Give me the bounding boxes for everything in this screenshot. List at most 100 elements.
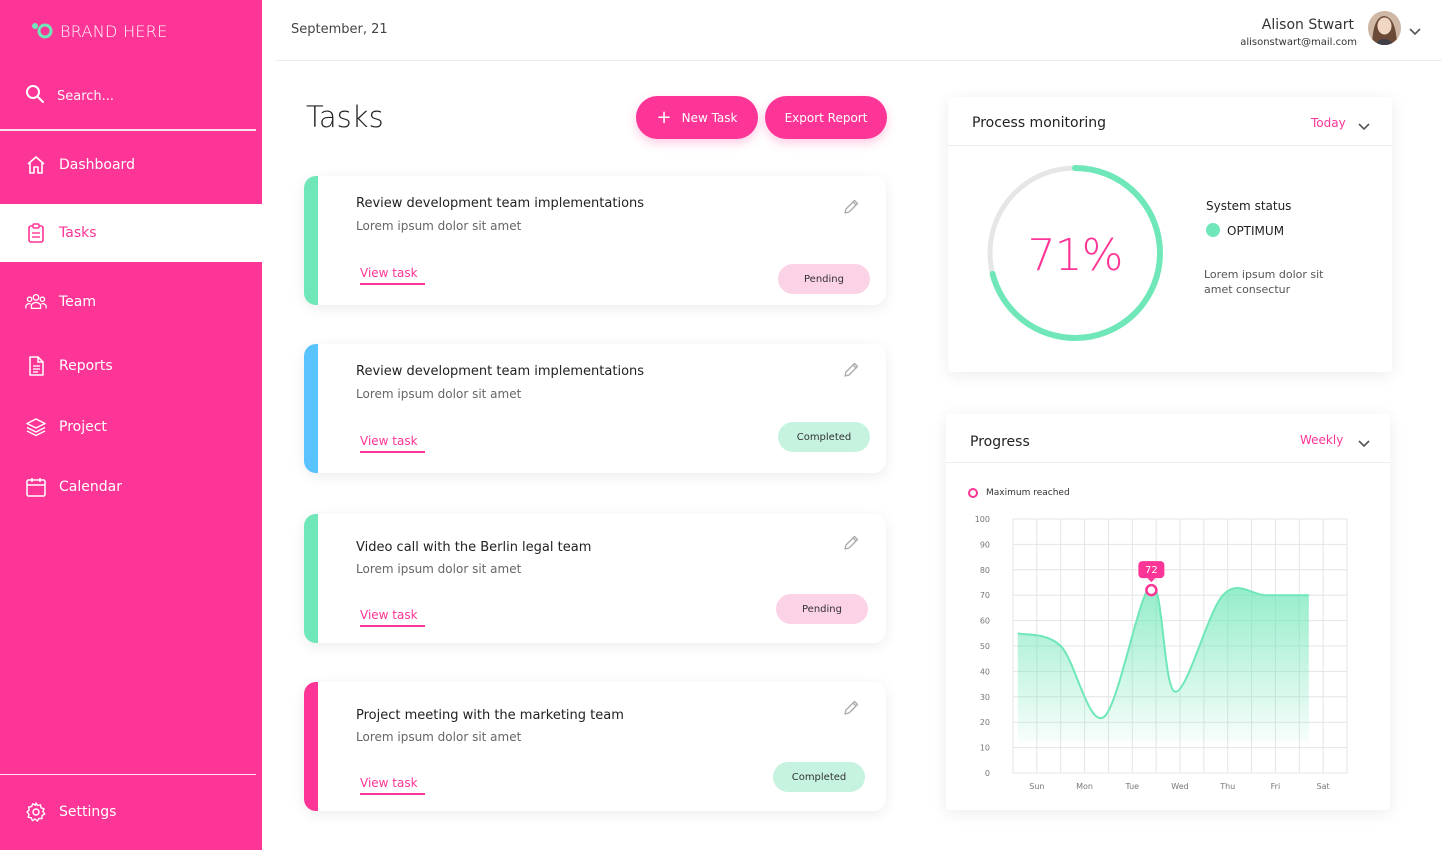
avatar[interactable] [1368, 11, 1401, 45]
sidebar-item-project[interactable]: Project [0, 398, 262, 456]
panel-title: Progress [970, 434, 1030, 450]
x-tick-label: Wed [1171, 782, 1188, 791]
task-accent [304, 176, 318, 305]
sidebar-item-label: Dashboard [59, 157, 135, 173]
y-tick-label: 20 [980, 718, 990, 727]
sidebar-item-settings[interactable]: Settings [0, 783, 262, 841]
status-dot-icon [1206, 223, 1220, 237]
calendar-icon [25, 476, 47, 498]
status-badge: Pending [776, 594, 868, 624]
legend-label: Maximum reached [986, 488, 1070, 498]
brand-logo-icon [30, 20, 56, 42]
status-badge: Completed [773, 762, 865, 792]
sidebar-search[interactable]: Search... [25, 84, 114, 108]
sidebar-item-tasks[interactable]: Tasks [0, 204, 262, 262]
export-report-button[interactable]: Export Report [765, 96, 887, 139]
task-card[interactable]: Review development team implementations … [304, 344, 886, 473]
view-task-link[interactable]: View task [360, 608, 425, 627]
task-card[interactable]: Review development team implementations … [304, 176, 886, 305]
sidebar-item-dashboard[interactable]: Dashboard [0, 136, 262, 194]
y-tick-label: 0 [985, 769, 990, 778]
search-icon [25, 84, 45, 108]
chevron-down-icon[interactable] [1357, 434, 1371, 453]
gear-icon [25, 801, 47, 823]
view-task-link[interactable]: View task [360, 434, 425, 453]
page-title: Tasks [306, 100, 384, 134]
home-icon [25, 154, 47, 176]
max-point-marker [1145, 583, 1158, 597]
max-tooltip-label: 72 [1145, 565, 1158, 576]
task-title: Video call with the Berlin legal team [356, 540, 592, 555]
plus-icon: + [656, 106, 672, 128]
y-tick-label: 50 [980, 642, 990, 651]
chevron-down-icon[interactable] [1357, 117, 1371, 136]
brand[interactable]: BRAND HERE [30, 20, 168, 42]
sidebar-item-reports[interactable]: Reports [0, 337, 262, 395]
sidebar-divider [0, 129, 256, 131]
y-tick-label: 90 [980, 540, 990, 549]
task-title: Review development team implementations [356, 196, 645, 211]
panel-title: Process monitoring [972, 115, 1106, 131]
status-badge: Pending [778, 264, 870, 294]
system-status-value: OPTIMUM [1227, 224, 1285, 238]
view-task-link[interactable]: View task [360, 266, 425, 285]
progress-filter[interactable]: Weekly [1300, 433, 1343, 447]
new-task-button[interactable]: + New Task [636, 96, 758, 139]
search-input[interactable]: Search... [57, 89, 114, 104]
sidebar-item-label: Calendar [59, 479, 122, 495]
sidebar-item-label: Project [59, 419, 107, 435]
sidebar: BRAND HERE Search... Dashboard Tasks Tea… [0, 0, 262, 850]
task-accent [304, 682, 318, 811]
panel-divider [948, 145, 1392, 146]
settings-label: Settings [59, 804, 117, 820]
task-title: Project meeting with the marketing team [356, 708, 624, 723]
pencil-icon[interactable] [842, 699, 860, 721]
pencil-icon[interactable] [842, 534, 860, 556]
sidebar-item-label: Reports [59, 358, 113, 374]
system-status-description: Lorem ipsum dolor sit amet consectur [1204, 268, 1324, 296]
system-status-label: System status [1206, 199, 1292, 213]
progress-chart: 0 10 20 30 40 50 60 70 80 90 100 Sun Mon Tue Wed Thu Fri… [975, 515, 1348, 791]
process-filter[interactable]: Today [1311, 116, 1346, 130]
chart-legend: Maximum reached [968, 488, 1070, 498]
legend-marker-icon [968, 488, 978, 498]
document-icon [25, 355, 47, 377]
area-fill [1017, 584, 1309, 743]
status-badge: Completed [778, 422, 870, 452]
task-card[interactable]: Project meeting with the marketing team … [304, 682, 886, 811]
task-subtitle: Lorem ipsum dolor sit amet [356, 387, 522, 401]
new-task-label: New Task [681, 110, 738, 125]
task-card[interactable]: Video call with the Berlin legal team Lo… [304, 514, 886, 643]
sidebar-item-label: Team [59, 294, 97, 310]
chevron-down-icon[interactable] [1408, 22, 1422, 41]
pencil-icon[interactable] [842, 361, 860, 383]
pencil-icon[interactable] [842, 198, 860, 220]
y-tick-label: 30 [980, 693, 990, 702]
header-date: September, 21 [291, 22, 388, 37]
task-subtitle: Lorem ipsum dolor sit amet [356, 730, 522, 744]
user-name[interactable]: Alison Stwart [1262, 17, 1354, 33]
x-tick-label: Sun [1029, 782, 1044, 791]
team-icon [25, 291, 47, 313]
sidebar-item-calendar[interactable]: Calendar [0, 458, 262, 516]
export-report-label: Export Report [784, 110, 868, 125]
user-email: alisonstwart@mail.com [1240, 37, 1357, 48]
y-tick-label: 10 [980, 744, 990, 753]
y-tick-label: 40 [980, 667, 990, 676]
gauge-percent: 71% [1027, 230, 1124, 281]
x-tick-label: Fri [1271, 782, 1281, 791]
panel-divider [946, 462, 1390, 463]
x-tick-label: Thu [1219, 782, 1235, 791]
x-tick-label: Tue [1124, 782, 1139, 791]
brand-name: BRAND HERE [60, 21, 168, 41]
view-task-link[interactable]: View task [360, 776, 425, 795]
y-tick-label: 70 [980, 591, 990, 600]
x-tick-label: Sat [1317, 782, 1330, 791]
sidebar-item-team[interactable]: Team [0, 273, 262, 331]
task-subtitle: Lorem ipsum dolor sit amet [356, 219, 522, 233]
sidebar-item-label: Tasks [59, 225, 97, 241]
task-title: Review development team implementations [356, 364, 645, 379]
sidebar-divider [0, 774, 256, 775]
y-tick-label: 100 [975, 515, 990, 524]
clipboard-icon [25, 222, 47, 244]
